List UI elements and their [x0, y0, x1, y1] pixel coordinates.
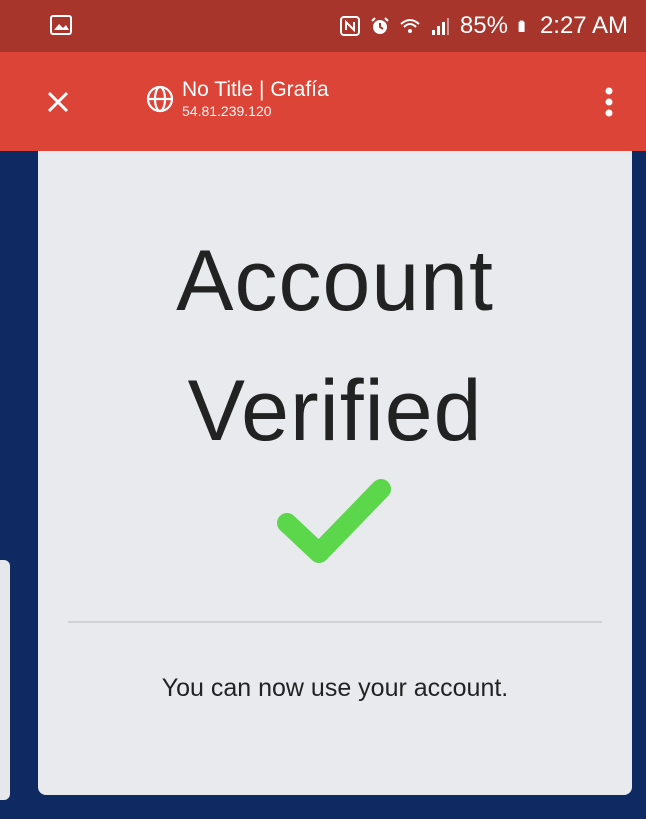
background-panel-edge — [0, 560, 10, 800]
page-title: No Title | Grafía — [182, 78, 329, 101]
image-icon — [50, 15, 72, 35]
signal-icon — [431, 18, 449, 35]
battery-percent: 85% — [459, 12, 508, 39]
close-icon — [47, 91, 69, 113]
divider — [68, 621, 602, 623]
page-heading: Account Verified — [38, 216, 632, 476]
more-vert-icon — [605, 87, 613, 117]
globe-icon — [146, 85, 174, 113]
heading-line-2: Verified — [187, 363, 483, 459]
confirmation-message: You can now use your account. — [161, 674, 509, 702]
clock: 2:27 AM — [539, 12, 628, 39]
page-url: 54.81.239.120 — [182, 103, 272, 119]
heading-line-1: Account — [176, 233, 494, 329]
battery-icon — [518, 20, 525, 32]
alarm-icon — [371, 17, 389, 34]
custom-tab-toolbar: No Title | Grafía 54.81.239.120 — [0, 52, 646, 151]
verification-card: Account Verified You can now use your ac… — [38, 151, 632, 795]
more-options-button[interactable] — [594, 80, 624, 124]
close-button[interactable] — [36, 80, 80, 124]
nfc-icon — [339, 16, 360, 36]
title-block: No Title | Grafía 54.81.239.120 — [182, 78, 329, 120]
status-bar: 85% 2:27 AM — [0, 0, 646, 52]
checkmark-icon — [277, 479, 391, 563]
wifi-icon — [400, 19, 420, 33]
status-indicators: 85% 2:27 AM — [339, 12, 628, 39]
